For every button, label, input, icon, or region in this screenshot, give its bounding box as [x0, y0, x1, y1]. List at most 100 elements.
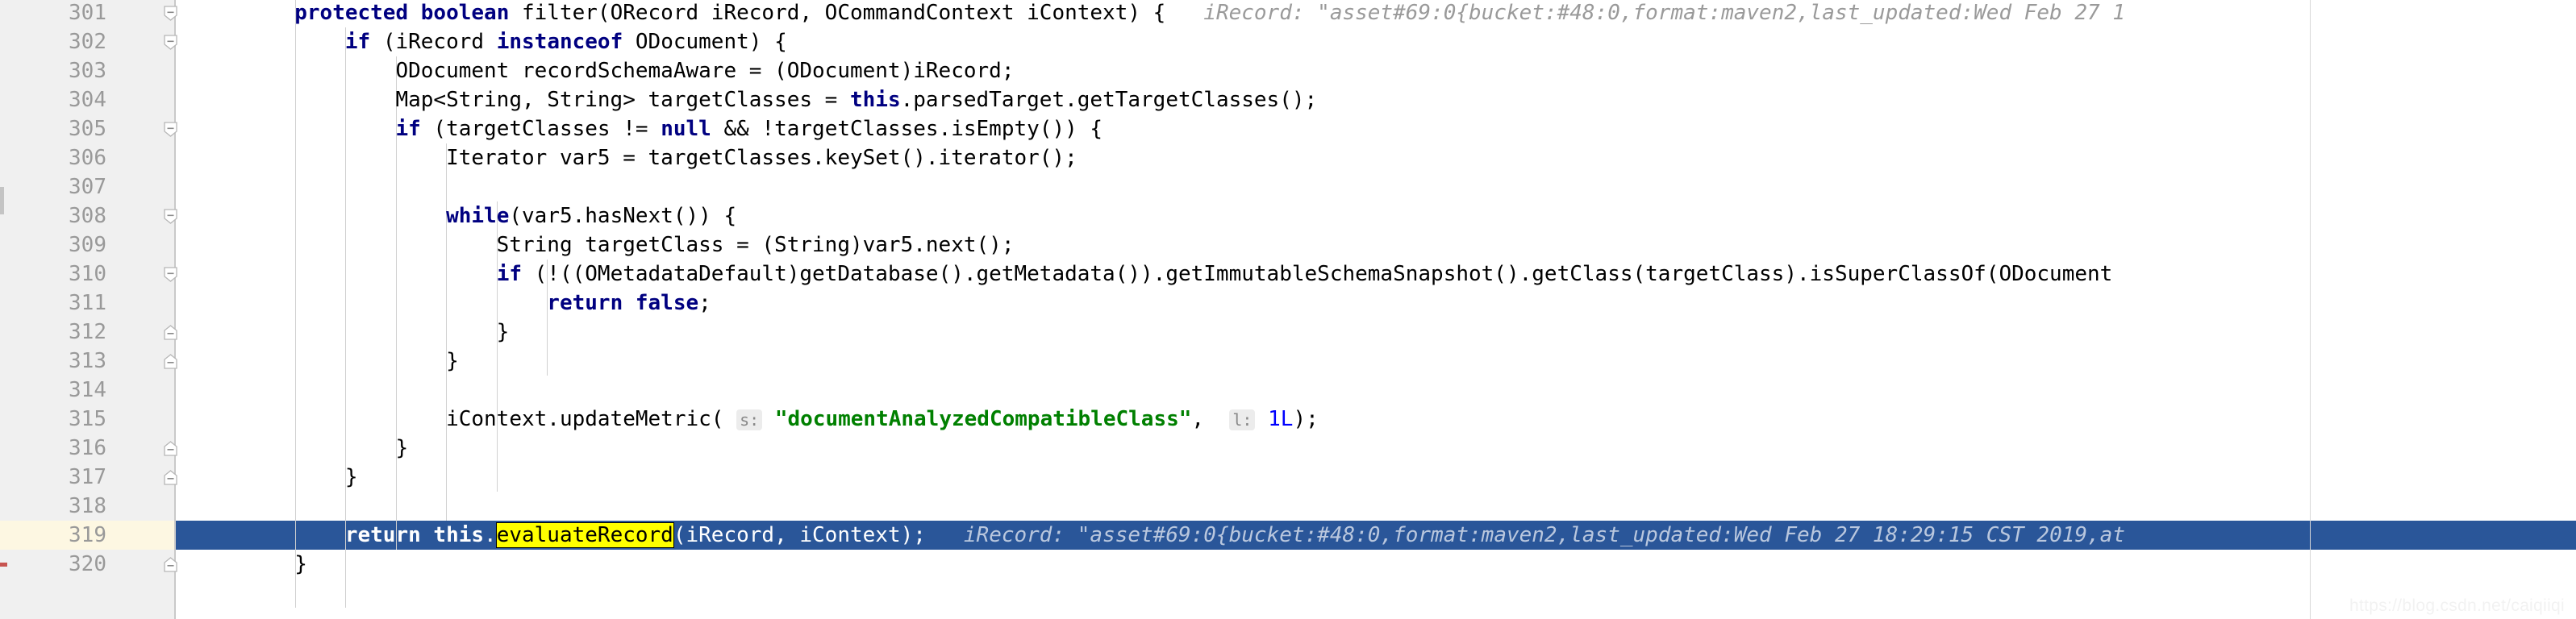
line-number[interactable]: 315: [0, 405, 106, 434]
code-token: (!((OMetadataDefault)getDatabase().getMe…: [534, 262, 2113, 286]
vcs-change-marker[interactable]: [0, 563, 7, 567]
code-token: }: [194, 320, 510, 344]
code-line[interactable]: return false;: [194, 289, 711, 318]
code-token: ;: [698, 291, 711, 315]
fold-marker-close[interactable]: [163, 557, 178, 572]
inline-debug-hint: iRecord: "asset#69:0{bucket:#48:0,format…: [1165, 1, 2125, 25]
code-token: protected boolean: [294, 1, 522, 25]
fold-marker-close[interactable]: [163, 470, 178, 485]
code-line[interactable]: Map<String, String> targetClasses = this…: [194, 85, 1317, 114]
code-line[interactable]: if (iRecord instanceof ODocument) {: [194, 27, 787, 56]
code-token: return this: [344, 523, 485, 547]
line-number[interactable]: 302: [0, 27, 106, 56]
code-editor[interactable]: 301 302 303 304 305 306 307 308 309 310 311 312 313 3…: [0, 0, 2576, 619]
highlighted-identifier: evaluateRecord: [495, 522, 674, 548]
code-surface[interactable]: protected boolean filter(ORecord iRecord…: [176, 0, 2576, 619]
code-line[interactable]: if (targetClasses != null && !targetClas…: [194, 114, 1103, 143]
code-token: .parsedTarget.getTargetClasses();: [900, 88, 1318, 112]
inline-debug-hint: iRecord: "asset#69:0{bucket:#48:0,format…: [925, 523, 2125, 547]
fold-marker-open[interactable]: [163, 6, 178, 21]
right-margin-guide: [2310, 0, 2311, 619]
editor-gutter[interactable]: 301 302 303 304 305 306 307 308 309 310 311 312 313 3…: [0, 0, 176, 619]
line-number[interactable]: 307: [0, 172, 106, 201]
fold-marker-close[interactable]: [163, 354, 178, 369]
line-number[interactable]: 308: [0, 201, 106, 231]
code-line[interactable]: }: [194, 463, 358, 492]
line-number[interactable]: 320: [0, 550, 106, 579]
code-token: }: [194, 349, 459, 373]
code-token: && !targetClasses.isEmpty()) {: [711, 117, 1103, 141]
line-number[interactable]: 319: [0, 521, 106, 550]
code-token: this: [849, 88, 901, 112]
code-token: instanceof: [496, 30, 636, 54]
code-token: ,: [1191, 407, 1230, 431]
fold-marker-open[interactable]: [163, 35, 178, 50]
line-number[interactable]: 310: [0, 260, 106, 289]
parameter-name-hint: s:: [736, 409, 763, 430]
code-line[interactable]: while(var5.hasNext()) {: [194, 201, 736, 231]
code-token: if: [496, 262, 535, 286]
line-number[interactable]: 304: [0, 85, 106, 114]
code-token: if: [344, 30, 383, 54]
line-number[interactable]: 317: [0, 463, 106, 492]
line-number[interactable]: 303: [0, 56, 106, 85]
code-token: return false: [547, 291, 699, 315]
code-token: (var5.hasNext()) {: [509, 204, 737, 228]
code-token: }: [194, 436, 409, 460]
line-number[interactable]: 318: [0, 492, 106, 521]
line-number[interactable]: 316: [0, 434, 106, 463]
code-token: if: [395, 117, 434, 141]
line-number[interactable]: 313: [0, 347, 106, 376]
code-token: filter(ORecord iRecord, OCommandContext …: [522, 1, 1166, 25]
code-line[interactable]: return this.evaluateRecord(iRecord, iCon…: [194, 521, 2125, 550]
code-token: null: [661, 117, 711, 141]
line-number[interactable]: 309: [0, 231, 106, 260]
line-number[interactable]: 311: [0, 289, 106, 318]
line-number[interactable]: 314: [0, 376, 106, 405]
line-number[interactable]: 305: [0, 114, 106, 143]
code-token: ODocument recordSchemaAware = (ODocument…: [194, 59, 1015, 83]
fold-marker-close[interactable]: [163, 325, 178, 340]
code-token: }: [194, 552, 307, 576]
code-token: );: [1293, 407, 1319, 431]
code-token: (iRecord, iContext);: [673, 523, 926, 547]
code-line[interactable]: if (!((OMetadataDefault)getDatabase().ge…: [194, 260, 2113, 289]
fold-marker-open[interactable]: [163, 122, 178, 137]
line-number[interactable]: 312: [0, 318, 106, 347]
code-token: while: [446, 204, 510, 228]
code-line[interactable]: String targetClass = (String)var5.next()…: [194, 231, 1015, 260]
code-line[interactable]: }: [194, 347, 459, 376]
code-line[interactable]: Iterator var5 = targetClasses.keySet().i…: [194, 143, 1078, 172]
code-token: (targetClasses !=: [433, 117, 661, 141]
scrollbar-thumb[interactable]: [0, 187, 4, 214]
code-line[interactable]: }: [194, 550, 307, 579]
code-line[interactable]: }: [194, 318, 510, 347]
code-token: iContext.updateMetric(: [194, 407, 737, 431]
line-number[interactable]: 301: [0, 0, 106, 27]
fold-rail: [174, 0, 176, 619]
code-line[interactable]: protected boolean filter(ORecord iRecord…: [194, 0, 2125, 27]
code-token: String targetClass = (String)var5.next()…: [194, 233, 1015, 257]
code-line[interactable]: iContext.updateMetric( s: "documentAnaly…: [194, 405, 1319, 434]
fold-marker-open[interactable]: [163, 209, 178, 224]
code-token: Map<String, String> targetClasses =: [194, 88, 850, 112]
watermark: https://blog.csdn.net/caiqiiqi: [2349, 596, 2565, 615]
code-token: ODocument) {: [635, 30, 787, 54]
parameter-name-hint: l:: [1229, 409, 1256, 430]
code-line[interactable]: ODocument recordSchemaAware = (ODocument…: [194, 56, 1014, 85]
code-line[interactable]: }: [194, 434, 408, 463]
code-token: (iRecord: [382, 30, 497, 54]
line-number[interactable]: 306: [0, 143, 106, 172]
fold-marker-close[interactable]: [163, 441, 178, 456]
fold-marker-open[interactable]: [163, 267, 178, 282]
code-token: .: [484, 523, 497, 547]
